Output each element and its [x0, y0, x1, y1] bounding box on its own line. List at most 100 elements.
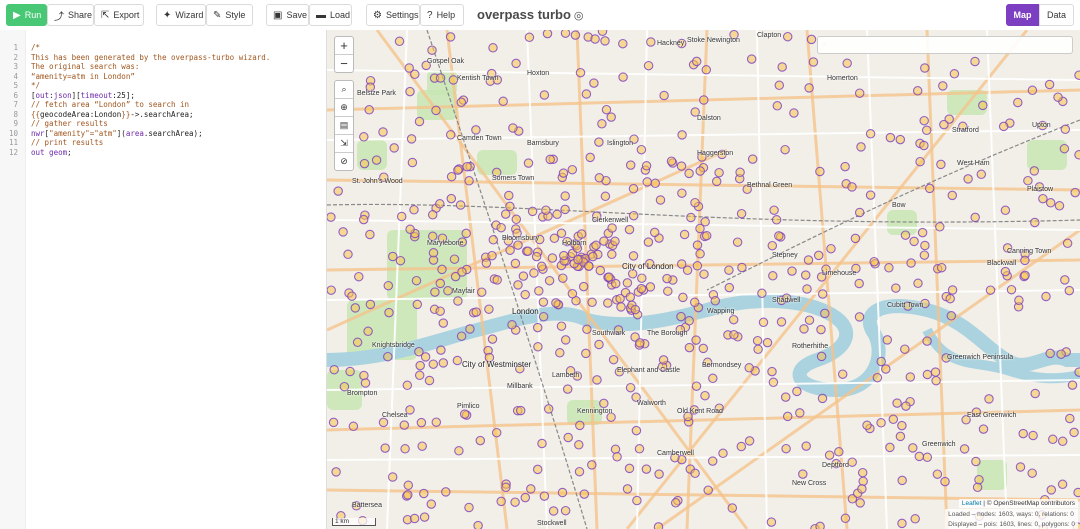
atm-poi-marker [905, 372, 916, 382]
map-view-button[interactable]: Map [1006, 4, 1039, 26]
atm-poi-marker [414, 346, 424, 357]
run-button[interactable]: ▶ Run [6, 4, 47, 26]
place-label: Bethnal Green [747, 182, 793, 189]
atm-poi-marker [542, 30, 553, 39]
atm-poi-marker [536, 261, 547, 272]
atm-poi-marker [383, 280, 394, 291]
layers-icon[interactable]: ▤ [335, 117, 353, 135]
atm-poi-marker [947, 285, 958, 295]
atm-poi-marker [441, 487, 451, 497]
atm-poi-marker [900, 230, 911, 240]
atm-poi-marker [803, 255, 814, 265]
atm-poi-marker [575, 420, 585, 431]
style-button[interactable]: ✎ Style [206, 4, 253, 26]
atm-poi-marker [491, 427, 502, 438]
settings-button[interactable]: ⚙ Settings [366, 4, 420, 26]
atm-poi-marker [446, 171, 457, 182]
atm-poi-marker [998, 121, 1009, 132]
atm-poi-marker [865, 129, 876, 139]
place-label: Lambeth [552, 372, 580, 379]
atm-poi-marker [558, 273, 568, 283]
atm-poi-marker [970, 212, 980, 223]
atm-poi-marker [562, 384, 573, 394]
atm-poi-marker [508, 123, 518, 133]
export-button[interactable]: ⇱ Export [94, 4, 144, 26]
toolbar: ▶ Run ⤴ Share ⇱ Export ✦ Wizard ✎ Style … [0, 0, 1080, 31]
atm-poi-marker [888, 414, 899, 425]
atm-poi-marker [636, 144, 647, 155]
atm-poi-marker [487, 334, 498, 344]
map-search-input[interactable] [817, 36, 1073, 54]
atm-poi-marker [343, 249, 353, 260]
atm-poi-marker [676, 161, 687, 171]
leaflet-link[interactable]: Leaflet [962, 500, 982, 507]
atm-poi-marker [558, 168, 569, 178]
atm-poi-marker [806, 34, 817, 45]
atm-poi-marker [762, 337, 773, 348]
code-text: /* [31, 43, 41, 52]
osm-attribution[interactable]: | © OpenStreetMap contributors [983, 500, 1075, 507]
place-label: City of Westminster [462, 360, 532, 369]
atm-poi-marker [922, 369, 933, 380]
wizard-button[interactable]: ✦ Wizard [156, 4, 206, 26]
atm-poi-marker [753, 344, 763, 355]
query-editor[interactable]: 1 /* 2 This has been generated by the overp… [0, 30, 327, 529]
atm-poi-marker [1054, 201, 1065, 211]
clear-icon[interactable]: ⊘ [335, 153, 353, 170]
atm-poi-marker [815, 521, 825, 529]
atm-poi-marker [581, 348, 591, 359]
atm-poi-marker [815, 166, 825, 177]
atm-poi-marker [691, 56, 702, 67]
atm-poi-marker [618, 38, 628, 49]
atm-poi-marker [767, 366, 777, 377]
atm-poi-marker [707, 456, 718, 466]
atm-poi-marker [920, 240, 930, 251]
load-button[interactable]: ▬ Load [309, 4, 352, 26]
atm-poi-marker [1065, 413, 1075, 424]
atm-poi-marker [410, 69, 420, 80]
atm-poi-marker [411, 275, 422, 286]
share-button[interactable]: ⤴ Share [47, 4, 94, 26]
atm-poi-marker [327, 285, 336, 295]
save-button[interactable]: ▣ Save [266, 4, 309, 26]
atm-poi-marker [1045, 198, 1056, 208]
atm-poi-marker [767, 240, 778, 251]
line-number: 12 [8, 147, 18, 157]
atm-poi-marker [854, 88, 865, 98]
code-text: {{geocodeArea:London}}->.searchArea; [31, 109, 194, 119]
help-button[interactable]: ? Help [420, 4, 464, 26]
atm-poi-marker [766, 517, 777, 527]
map-canvas[interactable] [327, 30, 1080, 529]
search-location-icon[interactable]: ⌕ [335, 81, 353, 99]
atm-poi-marker [724, 265, 734, 275]
atm-poi-marker [714, 167, 724, 178]
atm-poi-marker [910, 514, 920, 524]
atm-poi-marker [949, 69, 960, 79]
atm-poi-marker [496, 496, 506, 507]
map-view[interactable]: Kentish Town Camden Town Barnsbury Islingto… [327, 30, 1080, 529]
fit-data-icon[interactable]: ⇲ [335, 135, 353, 153]
atm-poi-marker [552, 209, 562, 220]
zoom-in-button[interactable]: + [335, 37, 353, 55]
atm-poi-marker [487, 250, 497, 261]
place-label: Bow [892, 202, 906, 209]
atm-poi-marker [454, 446, 464, 456]
atm-poi-marker [484, 304, 494, 314]
atm-poi-marker [1006, 284, 1017, 295]
atm-poi-marker [515, 405, 526, 416]
place-label: Knightsbridge [372, 342, 415, 349]
data-view-button[interactable]: Data [1039, 4, 1074, 26]
atm-poi-marker [587, 460, 597, 470]
zoom-out-button[interactable]: − [335, 55, 353, 72]
atm-poi-marker [732, 237, 743, 247]
atm-poi-marker [897, 518, 907, 529]
atm-poi-marker [1046, 485, 1057, 495]
place-label: Hoxton [527, 70, 550, 77]
atm-poi-marker [594, 339, 604, 350]
locate-icon[interactable]: ⊕ [335, 99, 353, 117]
settings-label: Settings [385, 10, 419, 20]
atm-poi-marker [1027, 468, 1037, 478]
atm-poi-marker [365, 229, 375, 240]
atm-poi-marker [624, 463, 635, 474]
atm-poi-marker [347, 291, 357, 301]
